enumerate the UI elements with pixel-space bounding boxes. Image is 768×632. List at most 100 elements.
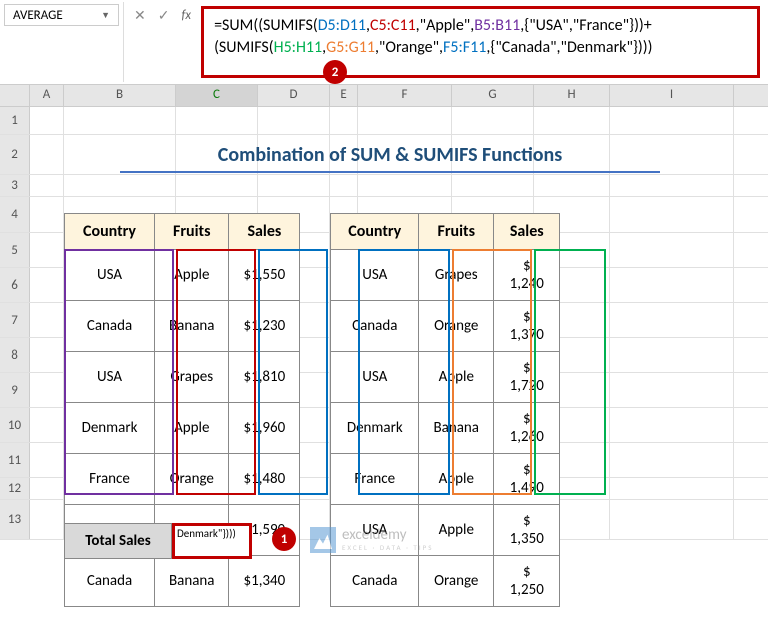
th-country: Country — [331, 214, 419, 250]
table-row[interactable]: FranceApple$ 1,490 — [331, 454, 560, 505]
watermark-name: exceldemy — [342, 528, 433, 543]
table-row[interactable]: CanadaBanana$1,340 — [65, 556, 300, 607]
row-header[interactable]: 5 — [0, 233, 30, 267]
col-header-d[interactable]: D — [258, 85, 330, 106]
enter-icon[interactable]: ✓ — [158, 7, 170, 24]
formula-bar-area: AVERAGE ▼ ✕ ✓ fx =SUM((SUMIFS(D5:D11,C5:… — [0, 0, 768, 85]
cell-country[interactable]: USA — [65, 352, 155, 403]
col-header-g[interactable]: G — [452, 85, 534, 106]
cell-sales[interactable]: $ 1,250 — [494, 556, 560, 607]
formula-input[interactable]: =SUM((SUMIFS(D5:D11,C5:C11,"Apple",B5:B1… — [201, 6, 760, 78]
cell-fruit[interactable]: Banana — [155, 556, 229, 607]
chevron-down-icon[interactable]: ▼ — [101, 10, 110, 21]
col-header-a[interactable]: A — [30, 85, 64, 106]
cell-sales[interactable]: $ 1,240 — [494, 250, 560, 301]
cell-fruit[interactable]: Apple — [419, 454, 494, 505]
chart-icon — [310, 527, 336, 553]
row-header[interactable]: 11 — [0, 443, 30, 477]
col-header-e[interactable]: E — [330, 85, 358, 106]
col-header-i[interactable]: I — [610, 85, 734, 106]
cell-fruit[interactable]: Grapes — [419, 250, 494, 301]
spreadsheet-grid[interactable]: 1 2 3 4 5 6 7 8 9 10 11 12 13 Combinatio… — [0, 107, 768, 540]
cell-country[interactable]: Denmark — [331, 403, 419, 454]
cancel-icon[interactable]: ✕ — [134, 7, 146, 24]
watermark-sub: EXCEL · DATA · TIPS — [342, 543, 433, 552]
row-header[interactable]: 6 — [0, 268, 30, 302]
cell-sales[interactable]: $1,340 — [229, 556, 300, 607]
fx-icon[interactable]: fx — [181, 8, 191, 23]
cell-sales[interactable]: $ 1,370 — [494, 301, 560, 352]
table-row[interactable]: USAApple$ 1,720 — [331, 352, 560, 403]
table-row[interactable]: DenmarkBanana$ 1,260 — [331, 403, 560, 454]
cell-fruit[interactable]: Banana — [155, 301, 229, 352]
cell-country[interactable]: France — [331, 454, 419, 505]
row-header[interactable]: 2 — [0, 135, 30, 174]
cell-fruit[interactable]: Banana — [419, 403, 494, 454]
page-title-area: Combination of SUM & SUMIFS Functions — [60, 143, 720, 173]
cell-fruit[interactable]: Orange — [419, 556, 494, 607]
table-row[interactable]: USAApple$1,550 — [65, 250, 300, 301]
cell-fruit[interactable]: Grapes — [155, 352, 229, 403]
cell-country[interactable]: Denmark — [65, 403, 155, 454]
cell-sales[interactable]: $1,230 — [229, 301, 300, 352]
table-row[interactable]: CanadaOrange$ 1,370 — [331, 301, 560, 352]
select-all-corner[interactable] — [0, 85, 30, 106]
cell-fruit[interactable]: Apple — [155, 403, 229, 454]
col-header-h[interactable]: H — [534, 85, 610, 106]
row-header[interactable]: 13 — [0, 500, 30, 539]
table-row[interactable]: CanadaBanana$1,230 — [65, 301, 300, 352]
name-box-value: AVERAGE — [13, 8, 101, 23]
th-sales: Sales — [229, 214, 300, 250]
row-header[interactable]: 4 — [0, 197, 30, 232]
cell-sales[interactable]: $1,810 — [229, 352, 300, 403]
cell-country[interactable]: Canada — [65, 556, 155, 607]
cell-fruit[interactable]: Apple — [419, 352, 494, 403]
cell-country[interactable]: USA — [331, 250, 419, 301]
cell-sales[interactable]: $1,480 — [229, 454, 300, 505]
cell-fruit[interactable]: Apple — [155, 250, 229, 301]
cell-country[interactable]: Canada — [65, 301, 155, 352]
cell-country[interactable]: Canada — [331, 301, 419, 352]
row-header[interactable]: 3 — [0, 175, 30, 196]
th-fruits: Fruits — [155, 214, 229, 250]
cell-sales[interactable]: $ 1,490 — [494, 454, 560, 505]
row-header[interactable]: 7 — [0, 303, 30, 337]
column-headers: A B C D E F G H I — [0, 85, 768, 107]
cell-country[interactable]: France — [65, 454, 155, 505]
cell-country[interactable]: USA — [331, 352, 419, 403]
cell-sales[interactable]: $ 1,720 — [494, 352, 560, 403]
cell-sales[interactable]: $ 1,350 — [494, 505, 560, 556]
cell-sales[interactable]: $1,960 — [229, 403, 300, 454]
row-header[interactable]: 10 — [0, 408, 30, 442]
cell-sales[interactable]: $1,550 — [229, 250, 300, 301]
th-fruits: Fruits — [419, 214, 494, 250]
total-sales-row: Total Sales Denmark"}))) — [64, 523, 252, 559]
th-country: Country — [65, 214, 155, 250]
watermark: exceldemy EXCEL · DATA · TIPS — [310, 527, 433, 553]
cell-fruit[interactable]: Orange — [155, 454, 229, 505]
th-sales: Sales — [494, 214, 560, 250]
col-header-f[interactable]: F — [358, 85, 452, 106]
page-title: Combination of SUM & SUMIFS Functions — [120, 143, 660, 173]
row-header[interactable]: 8 — [0, 338, 30, 372]
row-header[interactable]: 12 — [0, 478, 30, 499]
formula-buttons: ✕ ✓ fx — [124, 2, 201, 28]
row-header[interactable]: 1 — [0, 107, 30, 134]
row-header[interactable]: 9 — [0, 373, 30, 407]
table-row[interactable]: USAGrapes$ 1,240 — [331, 250, 560, 301]
col-header-b[interactable]: B — [64, 85, 176, 106]
total-sales-label: Total Sales — [64, 523, 172, 559]
table-row[interactable]: DenmarkApple$1,960 — [65, 403, 300, 454]
callout-badge-2: 2 — [323, 60, 347, 84]
name-box[interactable]: AVERAGE ▼ — [4, 4, 119, 26]
callout-badge-1: 1 — [272, 527, 296, 551]
total-sales-cell[interactable]: Denmark"}))) — [172, 523, 252, 559]
cell-country[interactable]: USA — [65, 250, 155, 301]
table-row[interactable]: USAGrapes$1,810 — [65, 352, 300, 403]
cell-fruit[interactable]: Orange — [419, 301, 494, 352]
table-row[interactable]: FranceOrange$1,480 — [65, 454, 300, 505]
cell-country[interactable]: Canada — [331, 556, 419, 607]
col-header-c[interactable]: C — [176, 85, 258, 106]
table-row[interactable]: CanadaOrange$ 1,250 — [331, 556, 560, 607]
cell-sales[interactable]: $ 1,260 — [494, 403, 560, 454]
